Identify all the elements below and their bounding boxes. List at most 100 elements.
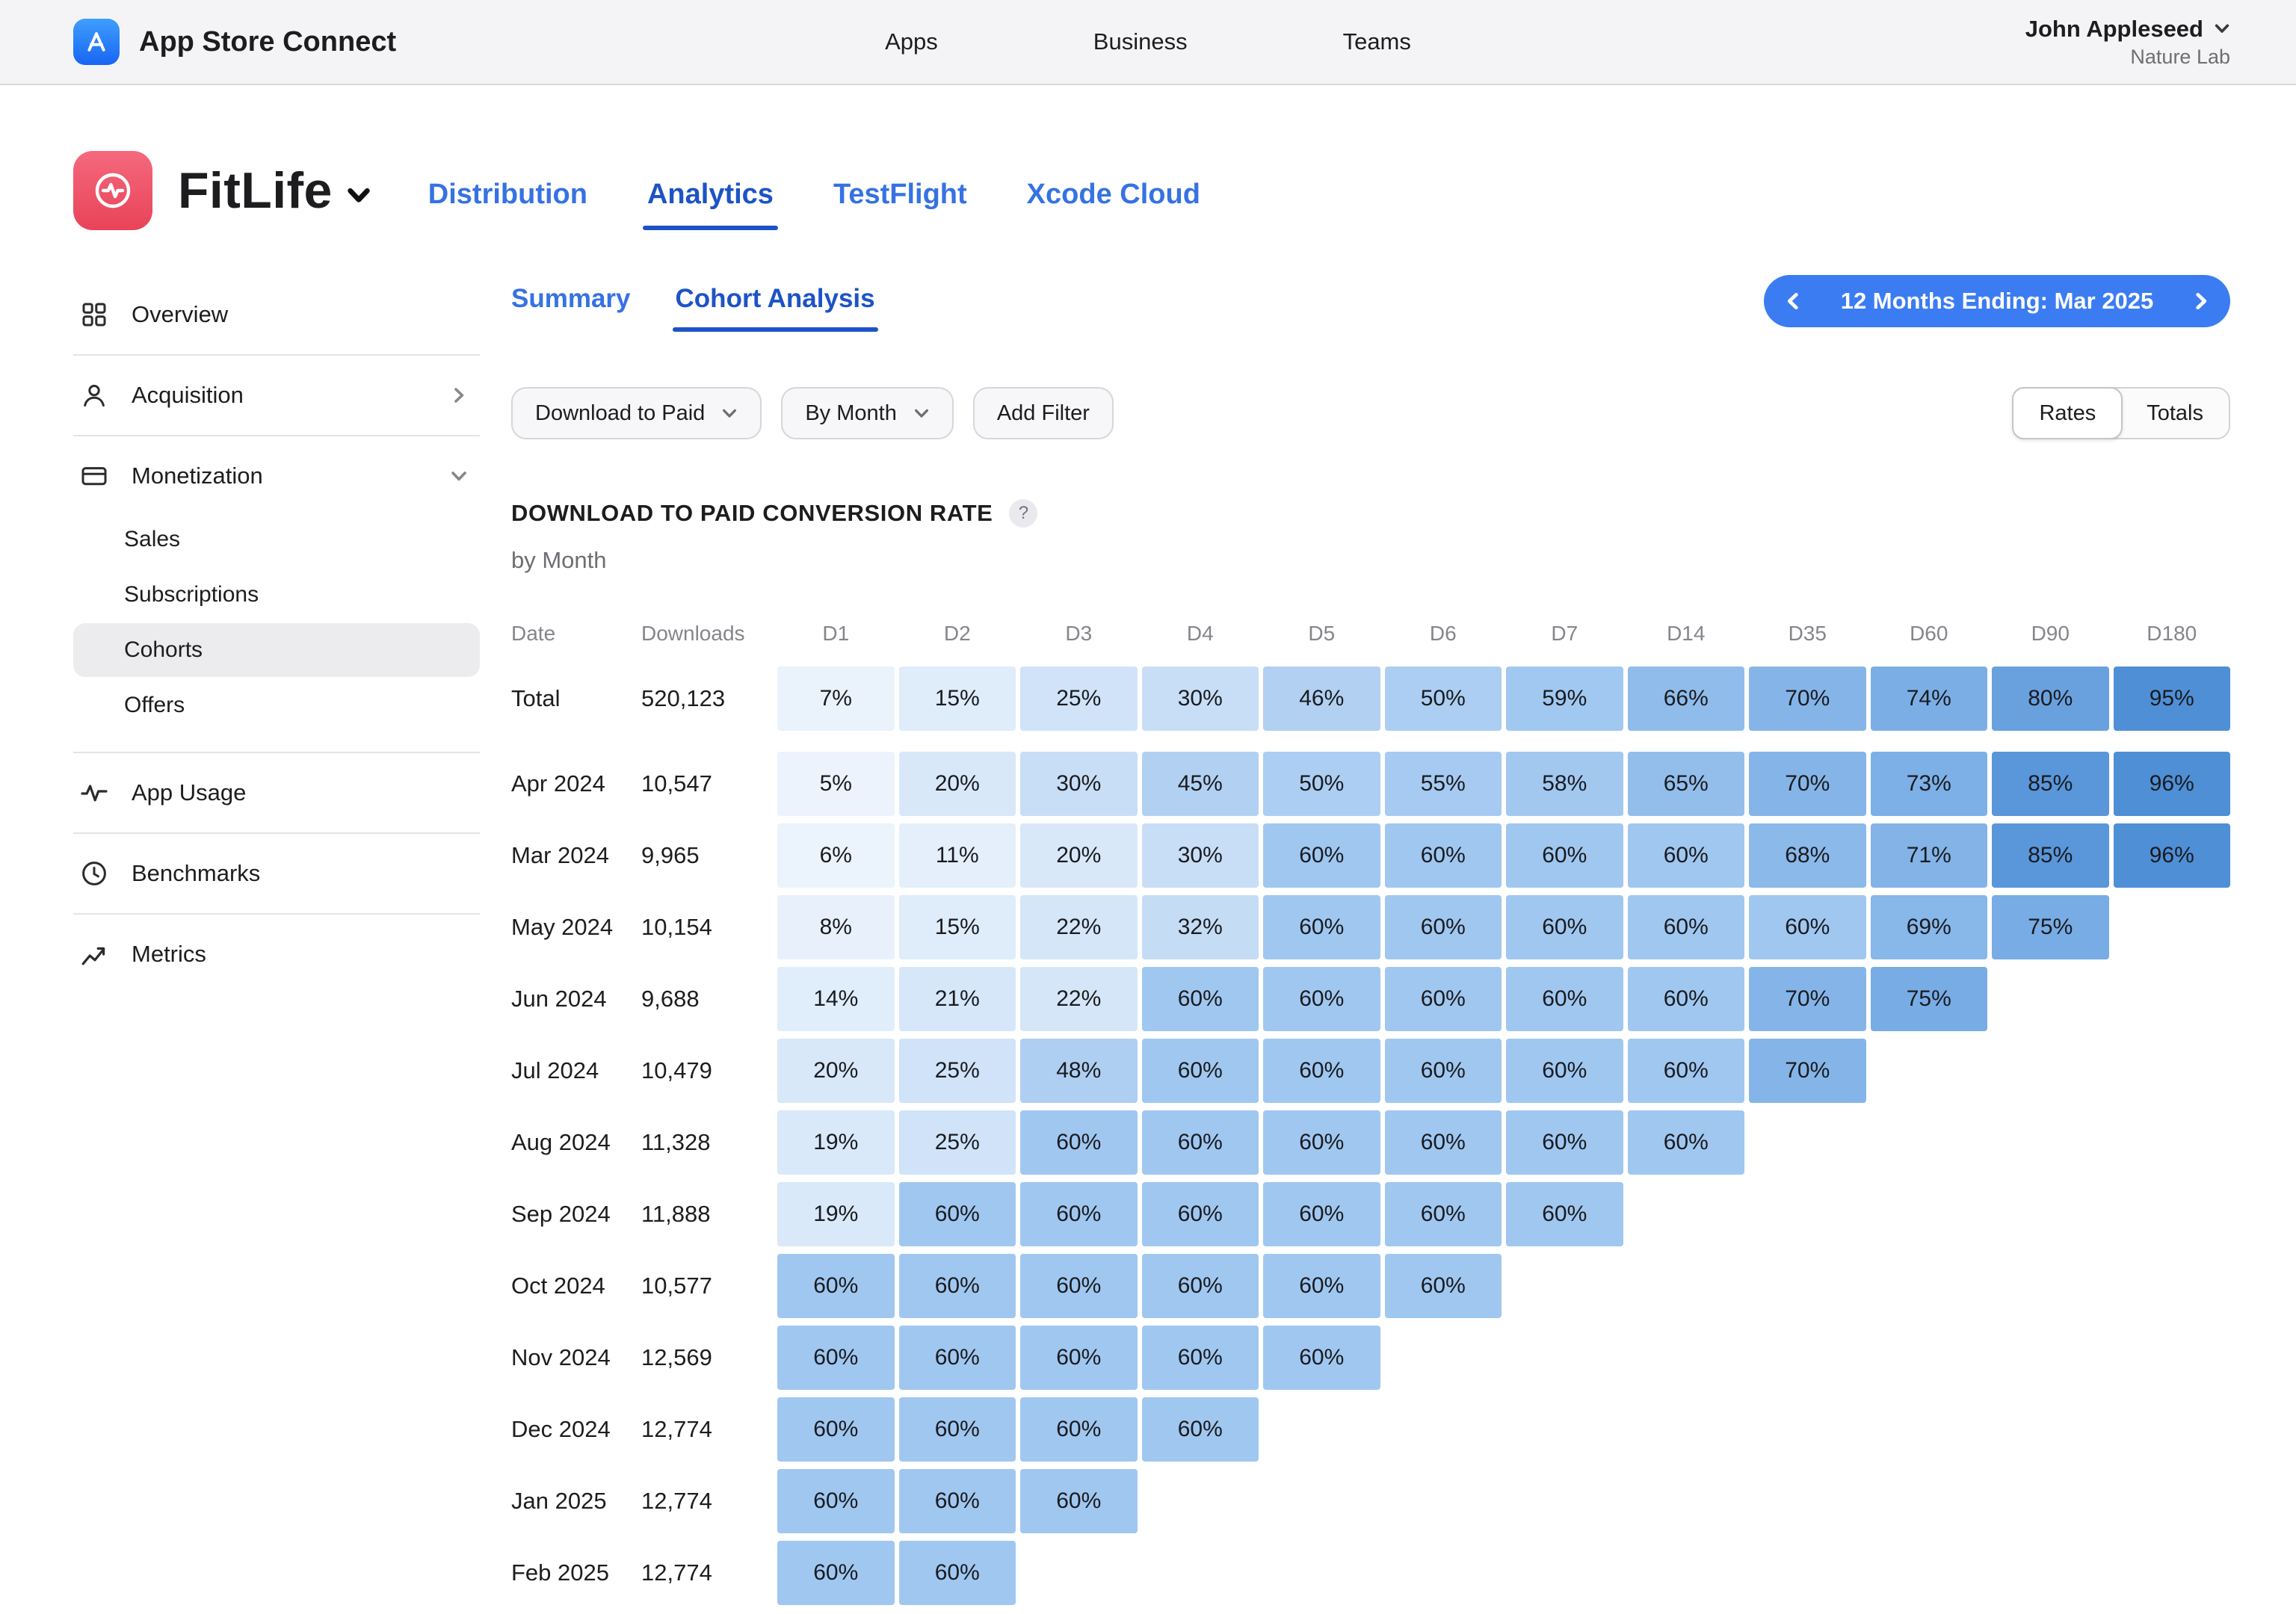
heat-cell: 60% <box>1628 895 1745 959</box>
heat-cell: 60% <box>1263 1254 1380 1318</box>
sidebar-item-benchmarks[interactable]: Benchmarks <box>73 838 480 909</box>
tab-analytics[interactable]: Analytics <box>647 179 774 230</box>
sidebar-item-label: Metrics <box>132 941 206 968</box>
clock-icon <box>79 859 109 888</box>
heat-cell: 74% <box>1871 667 1988 731</box>
filter-buttons: Download to Paid By Month Add Filter <box>511 387 1133 439</box>
column-header-d5: D5 <box>1263 616 1380 652</box>
fitlife-app-icon <box>73 151 152 230</box>
heat-cell: 32% <box>1142 895 1259 959</box>
tab-summary[interactable]: Summary <box>511 284 631 332</box>
tab-xcode-cloud[interactable]: Xcode Cloud <box>1027 179 1200 230</box>
sidebar-group: Acquisition <box>73 356 480 436</box>
heat-cell: 69% <box>1871 895 1988 959</box>
heat-cell: 11% <box>899 823 1016 888</box>
sidebar-item-app-usage[interactable]: App Usage <box>73 758 480 828</box>
by-month-button[interactable]: By Month <box>781 387 954 439</box>
app-switcher-chevron-icon[interactable] <box>346 182 371 208</box>
heat-cell: 15% <box>899 895 1016 959</box>
cohort-row-dec-2024: Dec 202412,77460%60%60%60% <box>511 1397 2230 1462</box>
sidebar-item-sales[interactable]: Sales <box>73 513 480 566</box>
heat-cell: 8% <box>777 895 895 959</box>
row-downloads: 520,123 <box>641 667 773 731</box>
date-range-picker[interactable]: 12 Months Ending: Mar 2025 <box>1764 275 2230 327</box>
column-header-d7: D7 <box>1506 616 1623 652</box>
sidebar-item-cohorts[interactable]: Cohorts <box>73 623 480 677</box>
heat-cell: 60% <box>1506 823 1623 888</box>
sidebar-item-offers[interactable]: Offers <box>73 678 480 732</box>
heat-cell: 46% <box>1263 667 1380 731</box>
card-icon <box>79 461 109 491</box>
heat-cell: 85% <box>1992 823 2109 888</box>
user-name: John Appleseed <box>2025 16 2203 43</box>
sidebar-item-label: Acquisition <box>132 382 244 409</box>
grid-icon <box>79 300 109 330</box>
heat-cell: 7% <box>777 667 895 731</box>
app-title: FitLife <box>178 161 333 220</box>
sidebar-item-monetization[interactable]: Monetization <box>73 441 480 511</box>
heat-cell: 70% <box>1749 1039 1866 1103</box>
download-to-paid-button[interactable]: Download to Paid <box>511 387 762 439</box>
nav-teams[interactable]: Teams <box>1343 28 1411 55</box>
heat-cell: 60% <box>1628 1039 1745 1103</box>
column-header-d2: D2 <box>899 616 1016 652</box>
row-date: Sep 2024 <box>511 1182 637 1246</box>
tab-distribution[interactable]: Distribution <box>428 179 587 230</box>
heat-cell: 60% <box>1628 1110 1745 1175</box>
heat-cell: 45% <box>1142 752 1259 816</box>
heat-cell: 60% <box>777 1254 895 1318</box>
sidebar-item-acquisition[interactable]: Acquisition <box>73 360 480 430</box>
row-downloads: 10,479 <box>641 1039 773 1103</box>
chevron-down-icon <box>913 405 930 421</box>
heat-cell: 60% <box>1020 1254 1138 1318</box>
heat-cell: 60% <box>899 1254 1016 1318</box>
page-layout: Overview Acquisition MonetizationSalesSubs… <box>0 275 2296 1613</box>
user-menu[interactable]: John Appleseed Nature Lab <box>2025 16 2230 69</box>
toggle-totals[interactable]: Totals <box>2121 389 2229 438</box>
row-date: Nov 2024 <box>511 1326 637 1390</box>
sidebar-group: Benchmarks <box>73 834 480 915</box>
section-title: DOWNLOAD TO PAID CONVERSION RATE <box>511 500 993 527</box>
toggle-rates[interactable]: Rates <box>2012 387 2123 439</box>
tab-cohort-analysis[interactable]: Cohort Analysis <box>676 284 875 332</box>
brand[interactable]: App Store Connect <box>73 19 396 65</box>
column-header-d4: D4 <box>1142 616 1259 652</box>
heat-cell: 60% <box>777 1541 895 1605</box>
add-filter-button[interactable]: Add Filter <box>973 387 1114 439</box>
nav-business[interactable]: Business <box>1093 28 1188 55</box>
sidebar-item-metrics[interactable]: Metrics <box>73 919 480 989</box>
heat-cell: 68% <box>1749 823 1866 888</box>
sidebar-item-subscriptions[interactable]: Subscriptions <box>73 568 480 622</box>
chart-icon <box>79 939 109 969</box>
heat-cell: 58% <box>1506 752 1623 816</box>
filter-row: Download to Paid By Month Add Filter Rates… <box>511 387 2230 439</box>
cohort-row-aug-2024: Aug 202411,32819%25%60%60%60%60%60%60% <box>511 1110 2230 1175</box>
heat-cell: 71% <box>1871 823 1988 888</box>
heat-cell: 60% <box>1749 895 1866 959</box>
sidebar-item-overview[interactable]: Overview <box>73 279 480 350</box>
sidebar-item-label: App Usage <box>132 779 246 806</box>
heat-cell: 20% <box>899 752 1016 816</box>
column-header-d1: D1 <box>777 616 895 652</box>
heat-cell: 22% <box>1020 967 1138 1031</box>
filter-label: Add Filter <box>997 401 1090 426</box>
heat-cell: 60% <box>1385 1110 1502 1175</box>
tab-testflight[interactable]: TestFlight <box>833 179 967 230</box>
filter-label: Download to Paid <box>535 401 705 426</box>
chevron-down-icon <box>2214 16 2230 43</box>
nav-apps[interactable]: Apps <box>885 28 938 55</box>
heat-cell: 20% <box>777 1039 895 1103</box>
help-icon[interactable]: ? <box>1009 499 1037 528</box>
chevron-right-icon[interactable] <box>2191 291 2211 311</box>
heat-cell: 60% <box>777 1397 895 1462</box>
heat-cell: 60% <box>899 1397 1016 1462</box>
filter-label: By Month <box>805 401 897 426</box>
heat-cell: 75% <box>1871 967 1988 1031</box>
cohort-row-mar-2024: Mar 20249,9656%11%20%30%60%60%60%60%68%7… <box>511 823 2230 888</box>
heat-cell: 60% <box>1385 1039 1502 1103</box>
heat-cell: 60% <box>1142 1326 1259 1390</box>
chevron-left-icon[interactable] <box>1783 291 1803 311</box>
column-header-d6: D6 <box>1385 616 1502 652</box>
app-store-connect-icon <box>73 19 120 65</box>
heat-cell: 60% <box>1142 1039 1259 1103</box>
